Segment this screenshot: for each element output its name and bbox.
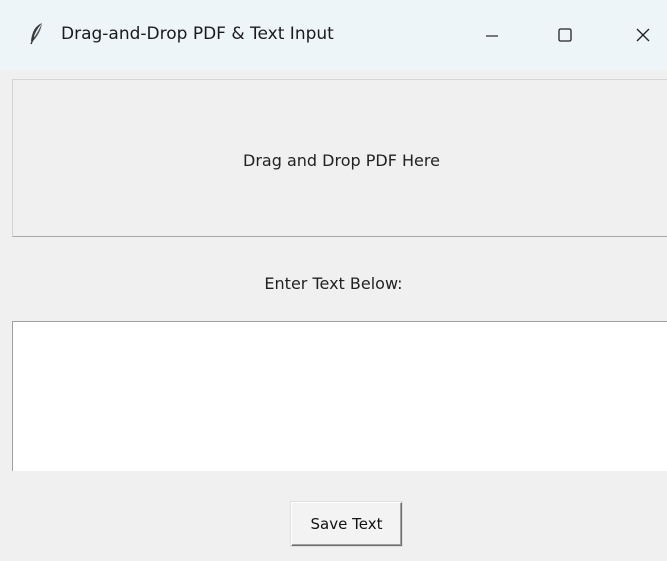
minimize-icon [485,28,499,42]
text-input-label: Enter Text Below: [264,274,403,293]
maximize-button[interactable] [541,12,589,58]
maximize-icon [557,27,573,43]
app-window: Drag-and-Drop PDF & Text Input Drag and … [0,0,667,561]
feather-icon [29,22,45,46]
close-icon [635,27,651,43]
pdf-drop-zone[interactable]: Drag and Drop PDF Here [12,79,667,237]
window-title: Drag-and-Drop PDF & Text Input [61,24,334,44]
close-button[interactable] [619,12,667,58]
text-input-area[interactable] [12,321,667,471]
minimize-button[interactable] [468,12,516,58]
save-text-button[interactable]: Save Text [291,502,402,546]
drop-zone-label: Drag and Drop PDF Here [243,150,440,170]
title-bar[interactable]: Drag-and-Drop PDF & Text Input [0,0,667,70]
